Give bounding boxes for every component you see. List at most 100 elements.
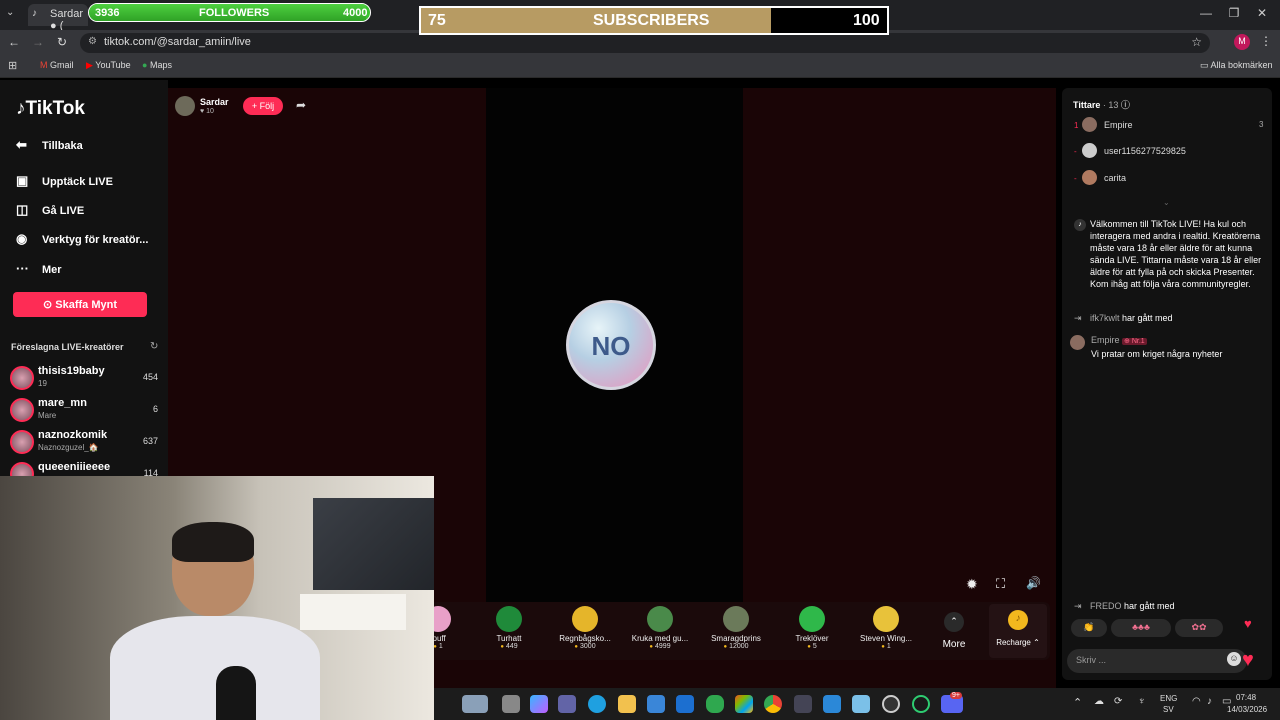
microphone-icon[interactable]: ♆	[1138, 696, 1146, 707]
chevron-up-icon: ⌃	[944, 612, 964, 632]
coin-icon: ⊙	[42, 299, 53, 311]
gift-item[interactable]: Kruka med gu... 4999	[624, 606, 696, 650]
forward-icon[interactable]: →	[32, 35, 44, 49]
expand-viewers-icon[interactable]: ⌄	[1163, 198, 1170, 207]
fullscreen-icon[interactable]: ⛶	[996, 576, 1005, 592]
app-ring-icon[interactable]	[912, 695, 930, 713]
teams-icon[interactable]	[558, 695, 576, 713]
gift-more-button[interactable]: ⌃ More	[938, 612, 970, 650]
youtube-icon: ▶	[86, 60, 93, 70]
back-button[interactable]: ⬅ Tillbaka	[16, 137, 83, 153]
gift-item[interactable]: Regnbågsko... 3000	[549, 606, 621, 650]
top-hat-icon	[496, 606, 522, 632]
task-view-icon[interactable]	[502, 695, 520, 713]
windows-taskbar: 9+ ⌃ ☁ ⟳ ♆ ENG SV ◠ ♪ ▭ 07:48 14/03/2026	[434, 688, 1280, 720]
follow-button[interactable]: + Följ	[243, 97, 283, 115]
viewer-avatar	[1082, 143, 1097, 158]
tray-chevron-icon[interactable]: ⌃	[1073, 696, 1082, 709]
viewer-row[interactable]: 1 Empire 3	[1074, 117, 1264, 137]
viewer-name: Empire	[1104, 120, 1133, 130]
viewer-row[interactable]: - user1156277529825	[1074, 143, 1264, 163]
recharge-button[interactable]: ♪ Recharge ⌃	[989, 604, 1047, 658]
tab-list-icon[interactable]: ⌄	[6, 7, 14, 18]
url-field[interactable]: ⚙ tiktok.com/@sardar_amiin/live ☆	[80, 33, 1210, 53]
photos-icon[interactable]	[823, 695, 841, 713]
nav-go-live[interactable]: ◫ Gå LIVE	[16, 202, 84, 218]
apps-grid-icon[interactable]: ⊞	[8, 59, 17, 72]
restore-icon[interactable]: ❐	[1224, 6, 1244, 22]
widgets-icon[interactable]	[462, 695, 488, 713]
bookmark-maps[interactable]: ● Maps	[142, 60, 172, 70]
cloud-icon[interactable]: ☁	[1094, 696, 1104, 707]
refresh-icon[interactable]: ↻	[150, 341, 158, 352]
app-cube-icon[interactable]	[794, 695, 812, 713]
browser-tab[interactable]: ♪ Sardar ● (	[28, 4, 88, 32]
nav-more[interactable]: ··· Mer	[16, 261, 62, 276]
quick-reaction-button[interactable]: ♣♣♣	[1111, 619, 1171, 637]
back-icon[interactable]: ←	[8, 35, 20, 49]
chrome-icon[interactable]	[764, 695, 782, 713]
gift-item[interactable]: Treklöver 5	[776, 606, 848, 650]
nav-creator-tools[interactable]: ◉ Verktyg för kreatör...	[16, 231, 148, 247]
viewers-header[interactable]: Tittare · 13 ⓘ	[1073, 98, 1130, 111]
gift-item[interactable]: Smaragdprins 12000	[700, 606, 772, 650]
host-avatar[interactable]	[175, 96, 195, 116]
quick-reaction-button[interactable]: 👏	[1071, 619, 1107, 637]
bookmark-star-icon[interactable]: ☆	[1191, 35, 1202, 49]
profile-avatar[interactable]: M	[1234, 34, 1250, 50]
comment-input[interactable]: Skriv ... ☺	[1067, 649, 1247, 673]
copilot-icon[interactable]	[530, 695, 548, 713]
tv-screen	[313, 498, 434, 590]
lang-bottom[interactable]: SV	[1163, 705, 1174, 714]
creator-row[interactable]: mare_mn Mare 6	[8, 396, 160, 426]
all-bookmarks[interactable]: ▭ Alla bokmärken	[1200, 60, 1273, 71]
clock-time[interactable]: 07:48	[1236, 693, 1256, 702]
menu-dots-icon[interactable]: ⋮	[1260, 34, 1272, 48]
gift-price: 12000	[700, 643, 772, 650]
emoji-icon[interactable]: ☺	[1227, 652, 1241, 666]
share-icon[interactable]: ➦	[296, 98, 306, 112]
office-icon[interactable]	[735, 695, 753, 713]
tiktok-logo[interactable]: ♪TikTok	[16, 98, 85, 120]
subscribers-goal: 100	[853, 12, 880, 29]
clock-date[interactable]: 14/03/2026	[1227, 705, 1267, 714]
info-icon[interactable]: ⓘ	[1121, 100, 1130, 110]
settings-icon[interactable]: ✹	[966, 576, 978, 593]
obs-icon[interactable]	[882, 695, 900, 713]
get-coins-button[interactable]: ⊙ Skaffa Mynt	[13, 292, 147, 317]
subscribers-goal-bar: 75 SUBSCRIBERS 100	[419, 6, 889, 35]
lang-top[interactable]: ENG	[1160, 694, 1177, 703]
minimize-icon[interactable]: —	[1196, 6, 1216, 22]
mail-icon[interactable]	[676, 695, 694, 713]
bookmark-gmail[interactable]: M Gmail	[40, 60, 74, 70]
edge-icon[interactable]	[588, 695, 606, 713]
security-shield-icon[interactable]	[706, 695, 724, 713]
reload-icon[interactable]: ↻	[57, 35, 67, 49]
site-info-icon[interactable]: ⚙	[88, 36, 97, 47]
quick-reaction-button[interactable]: ✿✿	[1175, 619, 1223, 637]
gift-item[interactable]: Steven Wing... 1	[850, 606, 922, 650]
store-icon[interactable]	[647, 695, 665, 713]
microphone	[216, 666, 256, 720]
nav-discover-live[interactable]: ▣ Upptäck LIVE	[16, 173, 113, 189]
viewer-row[interactable]: - carita	[1074, 170, 1264, 190]
file-explorer-icon[interactable]	[618, 695, 636, 713]
creator-row[interactable]: naznozkomik Naznozguzel_🏠 637	[8, 428, 160, 458]
screen-capture-icon[interactable]	[852, 695, 870, 713]
bookmark-youtube[interactable]: ▶ YouTube	[86, 60, 131, 71]
commenter-avatar	[1070, 335, 1085, 350]
wifi-icon[interactable]: ◠	[1192, 696, 1201, 707]
more-label: More	[942, 639, 966, 650]
creator-row[interactable]: thisis19baby 19 454	[8, 364, 160, 394]
creator-avatar	[10, 430, 34, 454]
join-event: ⇥ ifk7kwlt har gått med	[1074, 313, 1173, 323]
sync-icon[interactable]: ⟳	[1114, 696, 1122, 707]
creator-subtitle: Mare	[38, 411, 57, 420]
creator-viewer-count: 637	[142, 436, 158, 446]
close-icon[interactable]: ✕	[1252, 6, 1272, 22]
gift-item[interactable]: Turhatt 449	[473, 606, 545, 650]
volume-icon[interactable]: 🔊	[1026, 576, 1041, 590]
like-heart-icon[interactable]: ♥	[1242, 649, 1254, 672]
host-name[interactable]: Sardar	[200, 97, 229, 107]
speaker-icon[interactable]: ♪	[1207, 696, 1212, 707]
